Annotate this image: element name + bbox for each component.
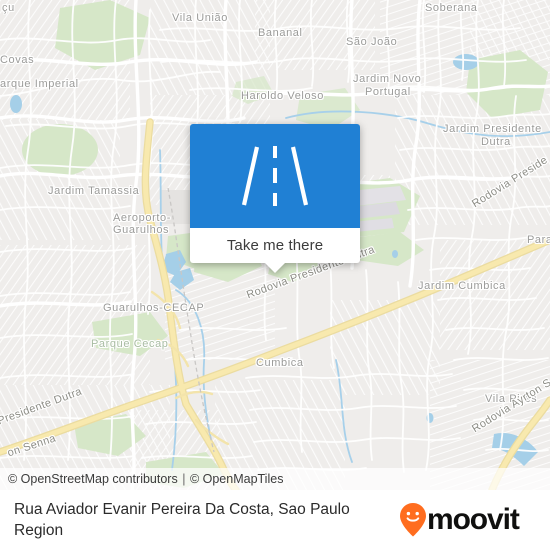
take-me-there-label: Take me there bbox=[226, 237, 324, 254]
callout-pointer bbox=[264, 262, 286, 273]
take-me-there-callout[interactable]: Take me there bbox=[190, 124, 360, 273]
road-icon bbox=[241, 146, 309, 206]
attribution-osm[interactable]: © OpenStreetMap contributors bbox=[8, 472, 178, 486]
attribution-tiles[interactable]: © OpenMapTiles bbox=[190, 472, 284, 486]
moovit-wordmark: moovit bbox=[427, 503, 520, 536]
callout-footer[interactable]: Take me there bbox=[190, 228, 360, 273]
map-canvas[interactable]: çu Vila União Soberana Bananal São João Covas… bbox=[0, 0, 550, 490]
footer-bar: Rua Aviador Evanir Pereira Da Costa, Sao… bbox=[0, 490, 550, 550]
attribution-separator: | bbox=[182, 472, 186, 486]
map-attribution[interactable]: © OpenStreetMap contributors | © OpenMap… bbox=[0, 468, 550, 490]
callout-header bbox=[190, 124, 360, 228]
map-pin-smiley-icon bbox=[400, 503, 426, 537]
moovit-map-screen: çu Vila União Soberana Bananal São João Covas… bbox=[0, 0, 550, 550]
location-title: Rua Aviador Evanir Pereira Da Costa, Sao… bbox=[14, 501, 350, 539]
moovit-logo[interactable]: moovit bbox=[400, 503, 533, 537]
